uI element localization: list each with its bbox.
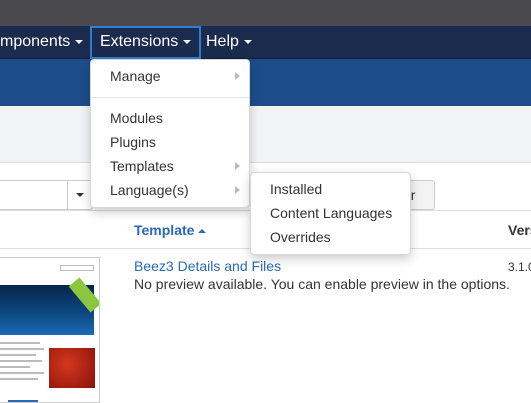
chevron-right-icon: [235, 72, 240, 80]
languages-submenu: Installed Content Languages Overrides: [250, 172, 411, 255]
chevron-down-icon: [243, 39, 252, 44]
chevron-down-icon: [76, 193, 84, 197]
page-header-band: [0, 59, 531, 106]
toolbar-area: [0, 106, 531, 163]
template-thumbnail[interactable]: [0, 257, 100, 403]
template-version: 3.1.0: [508, 260, 531, 274]
nav-components-label: mponents: [0, 33, 71, 50]
menu-item-plugins[interactable]: Plugins: [110, 134, 156, 150]
template-description: No preview available. You can enable pre…: [134, 276, 510, 292]
chevron-right-icon: [235, 186, 240, 194]
menu-item-templates[interactable]: Templates: [110, 158, 174, 174]
nav-extensions[interactable]: Extensions: [90, 26, 202, 59]
submenu-item-installed[interactable]: Installed: [270, 181, 322, 197]
column-header-template-label: Template: [134, 222, 195, 238]
sort-ascending-icon: [198, 229, 207, 234]
window-top-strip: [0, 0, 531, 26]
thumbnail-footer-link: [8, 400, 38, 402]
thumbnail-search-box: [60, 265, 94, 271]
submenu-item-overrides[interactable]: Overrides: [270, 229, 331, 245]
column-header-template[interactable]: Template: [134, 222, 207, 238]
filter-select[interactable]: [0, 180, 93, 210]
thumbnail-topbar: [0, 258, 99, 284]
menu-item-languages[interactable]: Language(s): [110, 182, 189, 198]
menu-divider: [91, 97, 249, 98]
nav-help[interactable]: Help: [206, 26, 252, 59]
nav-components[interactable]: mponents: [0, 26, 84, 59]
menu-item-modules[interactable]: Modules: [110, 110, 163, 126]
nav-extensions-label: Extensions: [100, 33, 179, 50]
column-header-version-label: Vers: [508, 222, 531, 238]
admin-navbar: mponents Extensions Help: [0, 26, 531, 59]
menu-item-manage[interactable]: Manage: [110, 68, 161, 84]
thumbnail-photo: [49, 348, 95, 388]
column-header-version[interactable]: Vers: [508, 222, 531, 238]
select-divider: [67, 181, 68, 209]
chevron-right-icon: [235, 162, 240, 170]
thumbnail-text: [0, 342, 45, 384]
extensions-dropdown-menu: Manage Modules Plugins Templates Languag…: [90, 59, 250, 208]
chevron-down-icon: [75, 39, 84, 44]
template-name-link[interactable]: Beez3 Details and Files: [134, 258, 281, 274]
chevron-down-icon: [183, 39, 192, 44]
nav-help-label: Help: [206, 33, 239, 50]
submenu-item-content-languages[interactable]: Content Languages: [270, 205, 392, 221]
